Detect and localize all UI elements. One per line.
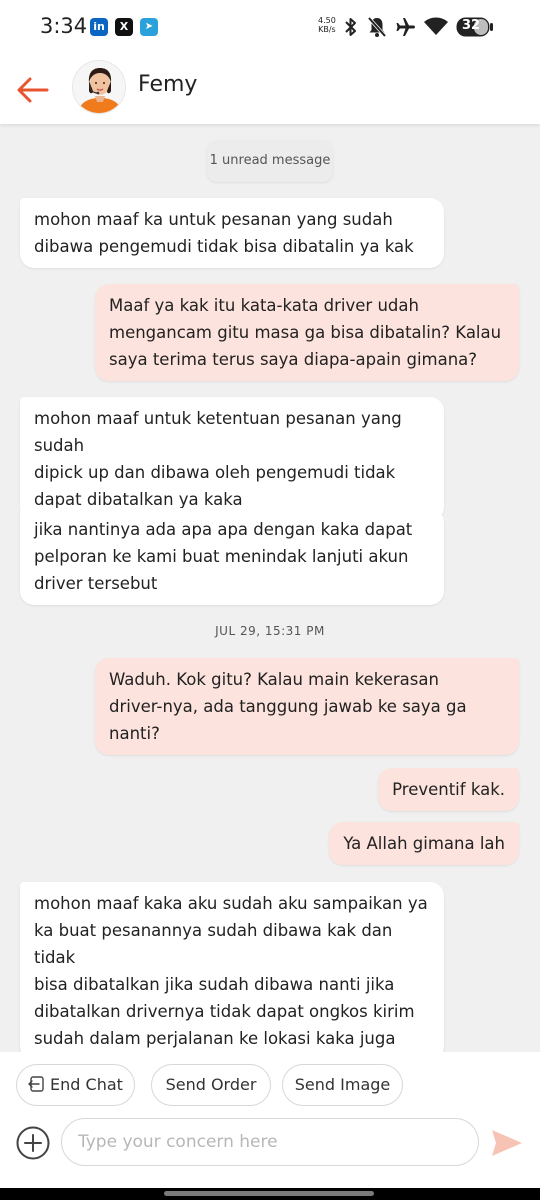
send-image-button[interactable]: Send Image bbox=[282, 1064, 403, 1106]
chat-messages[interactable]: 1 unread message mohon maaf ka untuk pes… bbox=[0, 124, 540, 1060]
message-outgoing[interactable]: Waduh. Kok gitu? Kalau main kekerasan dr… bbox=[95, 658, 519, 755]
message-outgoing[interactable]: Maaf ya kak itu kata-kata driver udah me… bbox=[95, 284, 519, 381]
airplane-mode-icon bbox=[396, 18, 415, 36]
battery-level: 32 bbox=[462, 18, 481, 33]
message-outgoing[interactable]: Ya Allah gimana lah bbox=[329, 822, 519, 865]
status-bar: 3:34 in X ➤ 4.50 KB/s 32 bbox=[0, 0, 540, 56]
status-time: 3:34 bbox=[40, 14, 88, 38]
x-icon: X bbox=[115, 18, 133, 36]
unread-indicator: 1 unread message bbox=[207, 140, 333, 182]
mute-icon bbox=[367, 16, 387, 38]
linkedin-icon: in bbox=[90, 18, 108, 36]
contact-name[interactable]: Femy bbox=[138, 72, 197, 97]
message-outgoing[interactable]: Preventif kak. bbox=[378, 768, 519, 811]
network-speed: 4.50 KB/s bbox=[318, 16, 336, 34]
add-attachment-icon[interactable] bbox=[15, 1125, 51, 1161]
message-incoming[interactable]: mohon maaf ka untuk pesanan yang sudah d… bbox=[20, 198, 444, 268]
chat-header: Femy bbox=[0, 56, 540, 124]
date-separator: JUL 29, 15:31 PM bbox=[215, 624, 325, 638]
battery-indicator: 32 bbox=[456, 17, 494, 37]
composer-area: End Chat Send Order Send Image bbox=[0, 1052, 540, 1200]
back-arrow-icon[interactable] bbox=[14, 70, 54, 110]
exit-icon bbox=[28, 1076, 44, 1092]
message-incoming[interactable]: mohon maaf untuk ketentuan pesanan yang … bbox=[20, 397, 444, 521]
send-icon[interactable] bbox=[490, 1128, 524, 1158]
end-chat-button[interactable]: End Chat bbox=[16, 1064, 135, 1106]
wifi-icon bbox=[424, 17, 448, 35]
home-gesture-handle[interactable] bbox=[164, 1191, 374, 1196]
end-chat-label: End Chat bbox=[50, 1075, 123, 1094]
bluetooth-icon bbox=[345, 18, 356, 36]
send-order-button[interactable]: Send Order bbox=[151, 1064, 271, 1106]
system-navigation-bar bbox=[0, 1188, 540, 1200]
avatar[interactable] bbox=[72, 60, 126, 114]
message-incoming[interactable]: mohon maaf kaka aku sudah aku sampaikan … bbox=[20, 882, 444, 1060]
message-input[interactable] bbox=[61, 1118, 479, 1166]
message-incoming[interactable]: jika nantinya ada apa apa dengan kaka da… bbox=[20, 508, 444, 605]
network-speed-value: 4.50 bbox=[318, 16, 336, 25]
telegram-icon: ➤ bbox=[140, 18, 158, 36]
network-speed-unit: KB/s bbox=[318, 25, 336, 34]
